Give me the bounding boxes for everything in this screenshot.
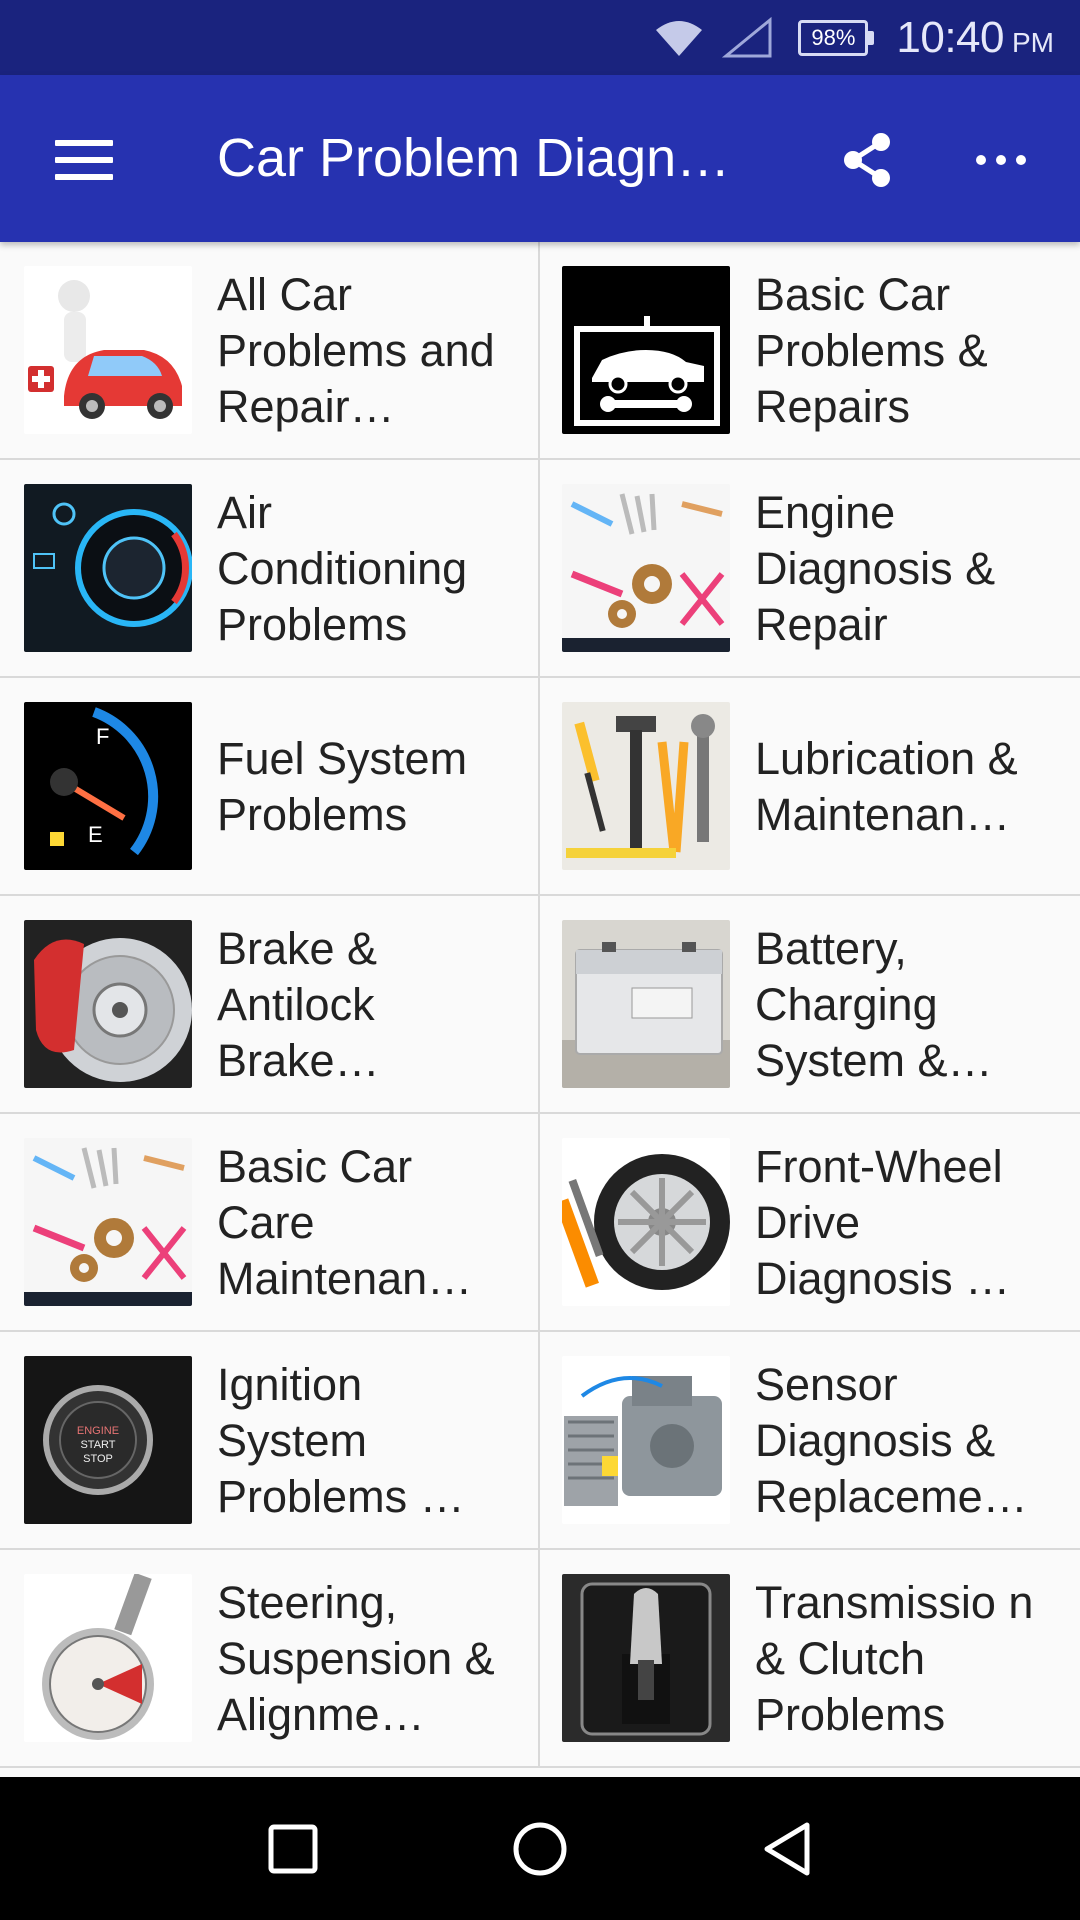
- screen: 98% 10:40 PM Car Problem Diagn… All Car …: [0, 0, 1080, 1920]
- tools-gears-image: [562, 484, 730, 652]
- category-item[interactable]: Basic Car Care Maintenan…: [0, 1114, 540, 1330]
- battery-percent: 98%: [798, 19, 869, 56]
- grid-row: ENGINE START STOP Ignition System Proble…: [0, 1332, 1080, 1550]
- more-options-button[interactable]: [956, 115, 1046, 205]
- status-time: 10:40: [896, 12, 1004, 62]
- back-triangle-icon: [764, 1822, 810, 1875]
- category-item[interactable]: Battery, Charging System &…: [540, 896, 1080, 1112]
- category-label: Transmissio n & Clutch Problems: [755, 1577, 1034, 1740]
- wifi-icon: [654, 18, 704, 58]
- category-item[interactable]: Engine Diagnosis & Repair: [540, 460, 1080, 676]
- category-item[interactable]: F E Fuel System Problems: [0, 678, 540, 894]
- category-item[interactable]: Lubrication & Maintenan…: [540, 678, 1080, 894]
- recents-square-icon: [268, 1824, 318, 1873]
- battery-icon: 98%: [798, 19, 875, 56]
- svg-text:ENGINE: ENGINE: [77, 1425, 119, 1437]
- status-bar: 98% 10:40 PM: [0, 0, 1080, 75]
- ac-dial-image: [24, 484, 192, 652]
- hand-tools-image: [562, 702, 730, 870]
- category-item[interactable]: Transmissio n & Clutch Problems: [540, 1550, 1080, 1766]
- category-item[interactable]: Steering, Suspension & Alignme…: [0, 1550, 540, 1766]
- category-label: Front-Wheel Drive Diagnosis …: [755, 1141, 1011, 1304]
- gear-shifter-image: [562, 1574, 730, 1742]
- status-ampm: PM: [1012, 26, 1054, 58]
- svg-text:F: F: [96, 724, 109, 749]
- category-item[interactable]: Basic Car Problems & Repairs: [540, 242, 1080, 458]
- category-label: Battery, Charging System &…: [755, 923, 993, 1086]
- category-label: Ignition System Problems …: [217, 1359, 465, 1522]
- back-button[interactable]: [737, 1799, 837, 1899]
- menu-button[interactable]: [34, 115, 134, 205]
- category-item[interactable]: All Car Problems and Repair…: [0, 242, 540, 458]
- category-item[interactable]: Front-Wheel Drive Diagnosis …: [540, 1114, 1080, 1330]
- category-item[interactable]: Brake & Antilock Brake…: [0, 896, 540, 1112]
- grid-row: F E Fuel System Problems Lubrication & M…: [0, 678, 1080, 896]
- share-button[interactable]: [822, 115, 912, 205]
- svg-text:STOP: STOP: [83, 1453, 113, 1465]
- tire-pressure-gauge-image: [24, 1574, 192, 1742]
- category-label: Air Conditioning Problems: [217, 487, 468, 650]
- app-title: Car Problem Diagn…: [217, 128, 731, 188]
- engine-start-button-image: ENGINE START STOP: [24, 1356, 192, 1524]
- category-label: Basic Car Problems & Repairs: [755, 269, 988, 432]
- category-label: Lubrication & Maintenan…: [755, 733, 1018, 840]
- category-label: Fuel System Problems: [217, 733, 468, 840]
- grid-row: All Car Problems and Repair… Basic Car P…: [0, 242, 1080, 460]
- car-battery-image: [562, 920, 730, 1088]
- share-icon: [844, 133, 890, 187]
- svg-text:E: E: [88, 822, 103, 847]
- navigation-bar: [0, 1777, 1080, 1920]
- category-label: Sensor Diagnosis & Replaceme…: [755, 1359, 1028, 1522]
- category-label: Steering, Suspension & Alignme…: [217, 1577, 495, 1740]
- more-options-icon: [976, 155, 1026, 165]
- category-label: Brake & Antilock Brake…: [217, 923, 380, 1086]
- engine-block-image: [562, 1356, 730, 1524]
- category-label: Basic Car Care Maintenan…: [217, 1141, 473, 1304]
- hamburger-menu-icon: [55, 140, 113, 180]
- tools-gears-image: [24, 1138, 192, 1306]
- category-label: Engine Diagnosis & Repair: [755, 487, 996, 650]
- svg-text:START: START: [80, 1439, 115, 1451]
- home-circle-icon: [513, 1822, 567, 1875]
- category-grid: All Car Problems and Repair… Basic Car P…: [0, 242, 1080, 1777]
- fuel-gauge-image: F E: [24, 702, 192, 870]
- home-button[interactable]: [490, 1799, 590, 1899]
- category-item[interactable]: Air Conditioning Problems: [0, 460, 540, 676]
- grid-row: Brake & Antilock Brake… Battery, Chargin…: [0, 896, 1080, 1114]
- red-car-doctor-image: [24, 266, 192, 434]
- category-label: All Car Problems and Repair…: [217, 269, 495, 432]
- grid-row: Steering, Suspension & Alignme… Transmis…: [0, 1550, 1080, 1768]
- cellular-signal-icon: [722, 16, 774, 60]
- grid-row: Air Conditioning Problems Engine Diagnos…: [0, 460, 1080, 678]
- car-wrench-sign-image: [562, 266, 730, 434]
- app-bar: Car Problem Diagn…: [0, 75, 1080, 242]
- category-item[interactable]: ENGINE START STOP Ignition System Proble…: [0, 1332, 540, 1548]
- category-item[interactable]: Sensor Diagnosis & Replaceme…: [540, 1332, 1080, 1548]
- recents-button[interactable]: [243, 1799, 343, 1899]
- brake-disc-image: [24, 920, 192, 1088]
- wheel-wrench-image: [562, 1138, 730, 1306]
- grid-row: Basic Car Care Maintenan… Front-Wheel Dr…: [0, 1114, 1080, 1332]
